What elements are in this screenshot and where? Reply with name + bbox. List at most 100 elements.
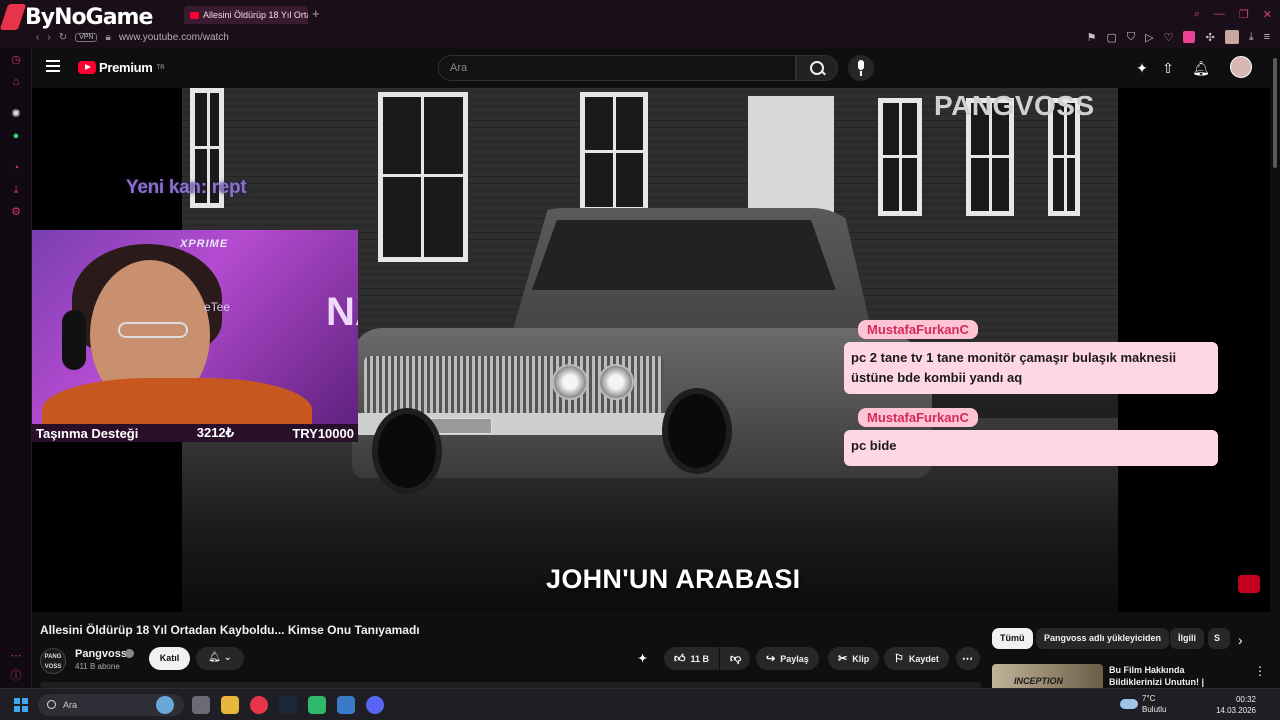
house-window bbox=[580, 92, 648, 212]
browser-tab[interactable]: Allesini Öldürüp 18 Yıl Orta bbox=[184, 6, 308, 24]
extension-toolbar: ⚑ ▢ ⛉ ▷ ♡ ✣ ⤓ ≡ bbox=[1087, 30, 1270, 44]
clock-icon[interactable]: ◔ bbox=[10, 162, 22, 174]
dots-icon[interactable]: ⋯ bbox=[10, 650, 22, 662]
play-icon[interactable]: ▷ bbox=[1145, 31, 1153, 44]
network-app-icon[interactable] bbox=[337, 696, 355, 714]
download-icon[interactable]: ⤓ bbox=[10, 184, 22, 196]
chat-message: pc 2 tane tv 1 tane monitör çamaşır bula… bbox=[844, 342, 1218, 394]
task-view-icon[interactable] bbox=[192, 696, 210, 714]
settings-icon[interactable]: ⚙ bbox=[10, 206, 22, 218]
lock-icon: 🔒︎ bbox=[105, 31, 111, 43]
car-tire bbox=[662, 388, 732, 474]
whatsapp-icon[interactable]: ● bbox=[10, 130, 22, 142]
donation-goal: TRY10000 bbox=[292, 425, 354, 441]
chip-related[interactable]: İlgili bbox=[1170, 628, 1204, 649]
extension-icon[interactable] bbox=[1183, 31, 1196, 43]
chat-message-line: pc 2 tane tv 1 tane monitör çamaşır bula… bbox=[851, 350, 1177, 365]
video-player[interactable]: PANGVOSS JOHN'UN ARABASI Yeni kan: rept … bbox=[32, 88, 1270, 612]
account-avatar[interactable] bbox=[1230, 56, 1252, 78]
dislike-button[interactable]: 👎︎ bbox=[720, 647, 750, 670]
page-scrollbar[interactable] bbox=[1270, 48, 1280, 688]
taskbar-widget-icon[interactable] bbox=[156, 696, 174, 714]
windows-taskbar: Ara 7°C Bulutlu 00:32 14.03.2026 bbox=[0, 688, 1280, 720]
chip-all[interactable]: Tümü bbox=[992, 628, 1033, 649]
chip-more[interactable]: S bbox=[1208, 628, 1230, 649]
voice-search-button[interactable] bbox=[848, 55, 874, 81]
share-button[interactable]: ↪ Paylaş bbox=[756, 647, 819, 670]
forward-icon[interactable]: › bbox=[47, 32, 50, 43]
brand-name: ByNoGame bbox=[25, 4, 153, 30]
create-icon[interactable]: ✦ bbox=[1133, 59, 1151, 77]
download-icon[interactable]: ⤓ bbox=[1249, 31, 1254, 44]
screenshot-icon[interactable]: ▢ bbox=[1106, 31, 1116, 44]
youtube-badge-icon bbox=[1238, 575, 1260, 593]
join-button[interactable]: Katıl bbox=[149, 647, 190, 670]
channel-name[interactable]: Pangvoss bbox=[75, 648, 127, 660]
bookmark-icon[interactable]: ⚑ bbox=[1087, 31, 1097, 44]
share-label: Paylaş bbox=[780, 653, 809, 664]
save-button[interactable]: ⚐ Kaydet bbox=[884, 647, 949, 670]
search-input[interactable]: Ara bbox=[438, 55, 796, 81]
maximize-button[interactable]: ❐ bbox=[1239, 8, 1249, 21]
notifications-icon[interactable]: 🔔︎ bbox=[1192, 59, 1210, 77]
chip-uploader[interactable]: Pangvoss adlı yükleyiciden bbox=[1036, 628, 1170, 649]
file-explorer-icon[interactable] bbox=[221, 696, 239, 714]
menu-icon[interactable]: ≡ bbox=[1264, 31, 1270, 43]
chevron-right-icon[interactable]: › bbox=[1238, 632, 1243, 648]
car-windshield bbox=[532, 220, 836, 290]
create-icon[interactable]: ✦ bbox=[638, 647, 647, 670]
system-clock[interactable]: 00:32 14.03.2026 bbox=[1216, 694, 1256, 716]
verified-icon bbox=[125, 649, 134, 658]
recommendation-thumbnail[interactable]: INCEPTION bbox=[992, 664, 1103, 688]
shield-icon[interactable]: ⛉ bbox=[1127, 31, 1135, 44]
kebab-menu-icon[interactable]: ⋮ bbox=[1254, 664, 1266, 678]
donation-label: Taşınma Desteği bbox=[36, 425, 139, 441]
browser-app-icon[interactable] bbox=[250, 696, 268, 714]
profile-avatar[interactable] bbox=[1224, 30, 1239, 44]
chat-message: pc bide bbox=[844, 430, 1218, 466]
heart-icon[interactable]: ♡ bbox=[1164, 31, 1174, 44]
logo-text: Premium bbox=[99, 60, 153, 75]
minimize-button[interactable]: — bbox=[1214, 8, 1225, 21]
app-icon[interactable] bbox=[308, 696, 326, 714]
cloud-icon bbox=[1120, 699, 1138, 709]
clock-date: 14.03.2026 bbox=[1215, 706, 1256, 715]
clip-button[interactable]: ✂ Klip bbox=[828, 647, 880, 670]
browser-sidebar: ◷ ⌂ ✺ ● ◔ ⤓ ⚙ ⋯ ⓘ bbox=[0, 48, 32, 688]
scrollbar-thumb[interactable] bbox=[1273, 58, 1277, 168]
more-actions-button[interactable]: ⋯ bbox=[956, 647, 980, 670]
gamepad-icon[interactable]: ⌂ bbox=[10, 76, 22, 88]
steam-icon[interactable] bbox=[279, 696, 297, 714]
tab-title: Allesini Öldürüp 18 Yıl Orta bbox=[203, 10, 308, 20]
video-info: Allesini Öldürüp 18 Yıl Ortadan Kayboldu… bbox=[32, 612, 1270, 699]
close-button[interactable]: ✕ bbox=[1263, 8, 1272, 21]
search-icon[interactable]: ⌕ bbox=[1194, 8, 1200, 21]
share-icon: ↪ bbox=[766, 653, 776, 665]
vpn-badge[interactable]: VPN bbox=[75, 32, 98, 42]
puzzle-icon[interactable]: ✣ bbox=[1205, 31, 1214, 44]
chatgpt-icon[interactable]: ✺ bbox=[10, 108, 22, 120]
back-icon[interactable]: ‹ bbox=[36, 32, 39, 43]
stream-ticker: Yeni kan: rept bbox=[126, 177, 247, 198]
upload-icon[interactable]: ⇧ bbox=[1159, 59, 1177, 77]
discord-icon[interactable] bbox=[366, 696, 384, 714]
channel-avatar[interactable]: PANG VOSS bbox=[40, 648, 66, 674]
thumbs-up-icon: 👍︎ bbox=[674, 653, 686, 665]
new-tab-button[interactable]: + bbox=[312, 6, 320, 21]
windows-start-button[interactable] bbox=[14, 698, 28, 712]
weather-widget[interactable]: 7°C Bulutlu bbox=[1120, 693, 1166, 715]
car-plate bbox=[430, 418, 492, 434]
brand-logo-icon bbox=[0, 4, 27, 30]
webcam-brand: XPRIME bbox=[180, 238, 229, 250]
search-button[interactable] bbox=[796, 55, 838, 81]
reload-icon[interactable]: ↻ bbox=[59, 32, 67, 43]
address-bar: ‹ › ↻ VPN 🔒︎ www.youtube.com/watch bbox=[36, 30, 229, 44]
window-controls: ⌕ — ❐ ✕ bbox=[1194, 8, 1272, 21]
hamburger-menu-button[interactable] bbox=[46, 60, 60, 72]
url-field[interactable]: www.youtube.com/watch bbox=[119, 32, 229, 43]
info-icon[interactable]: ⓘ bbox=[10, 670, 22, 682]
subscription-bell-button[interactable]: 🔔︎ ⌄ bbox=[196, 647, 244, 670]
history-icon[interactable]: ◷ bbox=[10, 54, 22, 66]
like-button[interactable]: 👍︎ 11 B bbox=[664, 647, 719, 670]
youtube-logo[interactable]: Premium TR bbox=[78, 60, 165, 75]
